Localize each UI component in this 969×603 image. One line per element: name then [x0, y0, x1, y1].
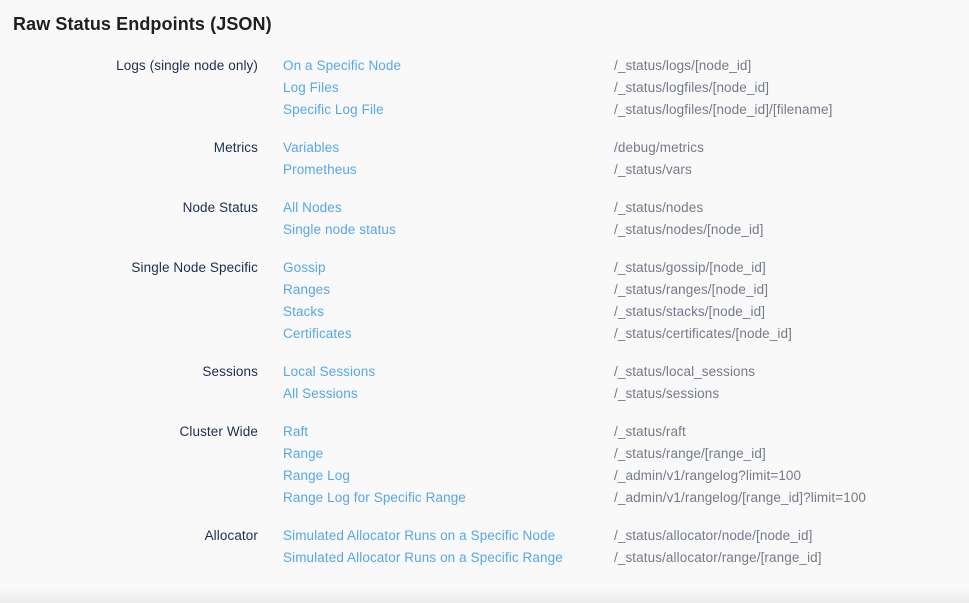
endpoint-links-column: Local SessionsAll Sessions [258, 361, 614, 405]
endpoint-section: MetricsVariablesPrometheus/debug/metrics… [0, 137, 969, 181]
endpoint-link[interactable]: Stacks [283, 301, 614, 323]
endpoint-links-column: RaftRangeRange LogRange Log for Specific… [258, 421, 614, 509]
endpoint-section: Single Node SpecificGossipRangesStacksCe… [0, 257, 969, 345]
endpoint-links-column: Simulated Allocator Runs on a Specific N… [258, 525, 614, 569]
endpoint-path: /_status/sessions [614, 383, 755, 405]
section-category: Allocator [0, 525, 258, 547]
endpoint-link[interactable]: Log Files [283, 77, 614, 99]
endpoint-path: /_status/raft [614, 421, 866, 443]
endpoint-path: /_status/range/[range_id] [614, 443, 866, 465]
section-category: Cluster Wide [0, 421, 258, 443]
endpoint-section: SessionsLocal SessionsAll Sessions/_stat… [0, 361, 969, 405]
footer-fade [0, 589, 969, 603]
endpoint-path: /_status/allocator/node/[node_id] [614, 525, 822, 547]
endpoint-path: /_status/gossip/[node_id] [614, 257, 792, 279]
endpoint-link[interactable]: Ranges [283, 279, 614, 301]
endpoint-paths-column: /_status/logs/[node_id]/_status/logfiles… [614, 55, 832, 121]
endpoint-path: /_status/local_sessions [614, 361, 755, 383]
endpoint-path: /debug/metrics [614, 137, 704, 159]
endpoint-link[interactable]: All Nodes [283, 197, 614, 219]
endpoint-path: /_status/vars [614, 159, 704, 181]
endpoint-link[interactable]: All Sessions [283, 383, 614, 405]
endpoint-paths-column: /_status/allocator/node/[node_id]/_statu… [614, 525, 822, 569]
section-category: Logs (single node only) [0, 55, 258, 77]
endpoint-path: /_status/allocator/range/[range_id] [614, 547, 822, 569]
endpoint-section: Allocator Simulated Allocator Runs on a S… [0, 525, 969, 569]
endpoint-paths-column: /debug/metrics/_status/vars [614, 137, 704, 181]
endpoint-link[interactable]: Raft [283, 421, 614, 443]
endpoint-links-column: GossipRangesStacksCertificates [258, 257, 614, 345]
endpoint-paths-column: /_status/local_sessions/_status/sessions [614, 361, 755, 405]
endpoint-link[interactable]: Range Log for Specific Range [283, 487, 614, 509]
endpoint-link[interactable]: On a Specific Node [283, 55, 614, 77]
endpoint-path: /_admin/v1/rangelog?limit=100 [614, 465, 866, 487]
endpoint-path: /_status/logs/[node_id] [614, 55, 832, 77]
endpoint-path: /_status/certificates/[node_id] [614, 323, 792, 345]
endpoint-links-column: All NodesSingle node status [258, 197, 614, 241]
endpoint-link[interactable]: Specific Log File [283, 99, 614, 121]
endpoint-path: /_status/nodes/[node_id] [614, 219, 764, 241]
endpoint-link[interactable]: Simulated Allocator Runs on a Specific R… [283, 547, 614, 569]
endpoint-link[interactable]: Range Log [283, 465, 614, 487]
endpoint-links-column: On a Specific NodeLog FilesSpecific Log … [258, 55, 614, 121]
endpoint-link[interactable]: Prometheus [283, 159, 614, 181]
endpoint-path: /_status/nodes [614, 197, 764, 219]
section-category: Sessions [0, 361, 258, 383]
endpoints-table: Logs (single node only)On a Specific Nod… [0, 55, 969, 569]
endpoint-link[interactable]: Simulated Allocator Runs on a Specific N… [283, 525, 614, 547]
endpoint-paths-column: /_status/gossip/[node_id]/_status/ranges… [614, 257, 792, 345]
endpoint-link[interactable]: Local Sessions [283, 361, 614, 383]
page-title: Raw Status Endpoints (JSON) [0, 0, 969, 36]
section-category: Single Node Specific [0, 257, 258, 279]
section-category: Node Status [0, 197, 258, 219]
endpoint-path: /_status/stacks/[node_id] [614, 301, 792, 323]
endpoint-path: /_admin/v1/rangelog/[range_id]?limit=100 [614, 487, 866, 509]
endpoint-path: /_status/ranges/[node_id] [614, 279, 792, 301]
endpoint-section: Cluster WideRaftRangeRange LogRange Log … [0, 421, 969, 509]
endpoint-path: /_status/logfiles/[node_id]/[filename] [614, 99, 832, 121]
endpoint-link[interactable]: Range [283, 443, 614, 465]
endpoint-section: Node StatusAll NodesSingle node status/_… [0, 197, 969, 241]
endpoint-path: /_status/logfiles/[node_id] [614, 77, 832, 99]
section-category: Metrics [0, 137, 258, 159]
endpoint-section: Logs (single node only)On a Specific Nod… [0, 55, 969, 121]
endpoint-link[interactable]: Variables [283, 137, 614, 159]
endpoint-link[interactable]: Single node status [283, 219, 614, 241]
endpoint-links-column: VariablesPrometheus [258, 137, 614, 181]
endpoint-paths-column: /_status/nodes/_status/nodes/[node_id] [614, 197, 764, 241]
endpoint-link[interactable]: Certificates [283, 323, 614, 345]
endpoint-link[interactable]: Gossip [283, 257, 614, 279]
endpoint-paths-column: /_status/raft/_status/range/[range_id]/_… [614, 421, 866, 509]
